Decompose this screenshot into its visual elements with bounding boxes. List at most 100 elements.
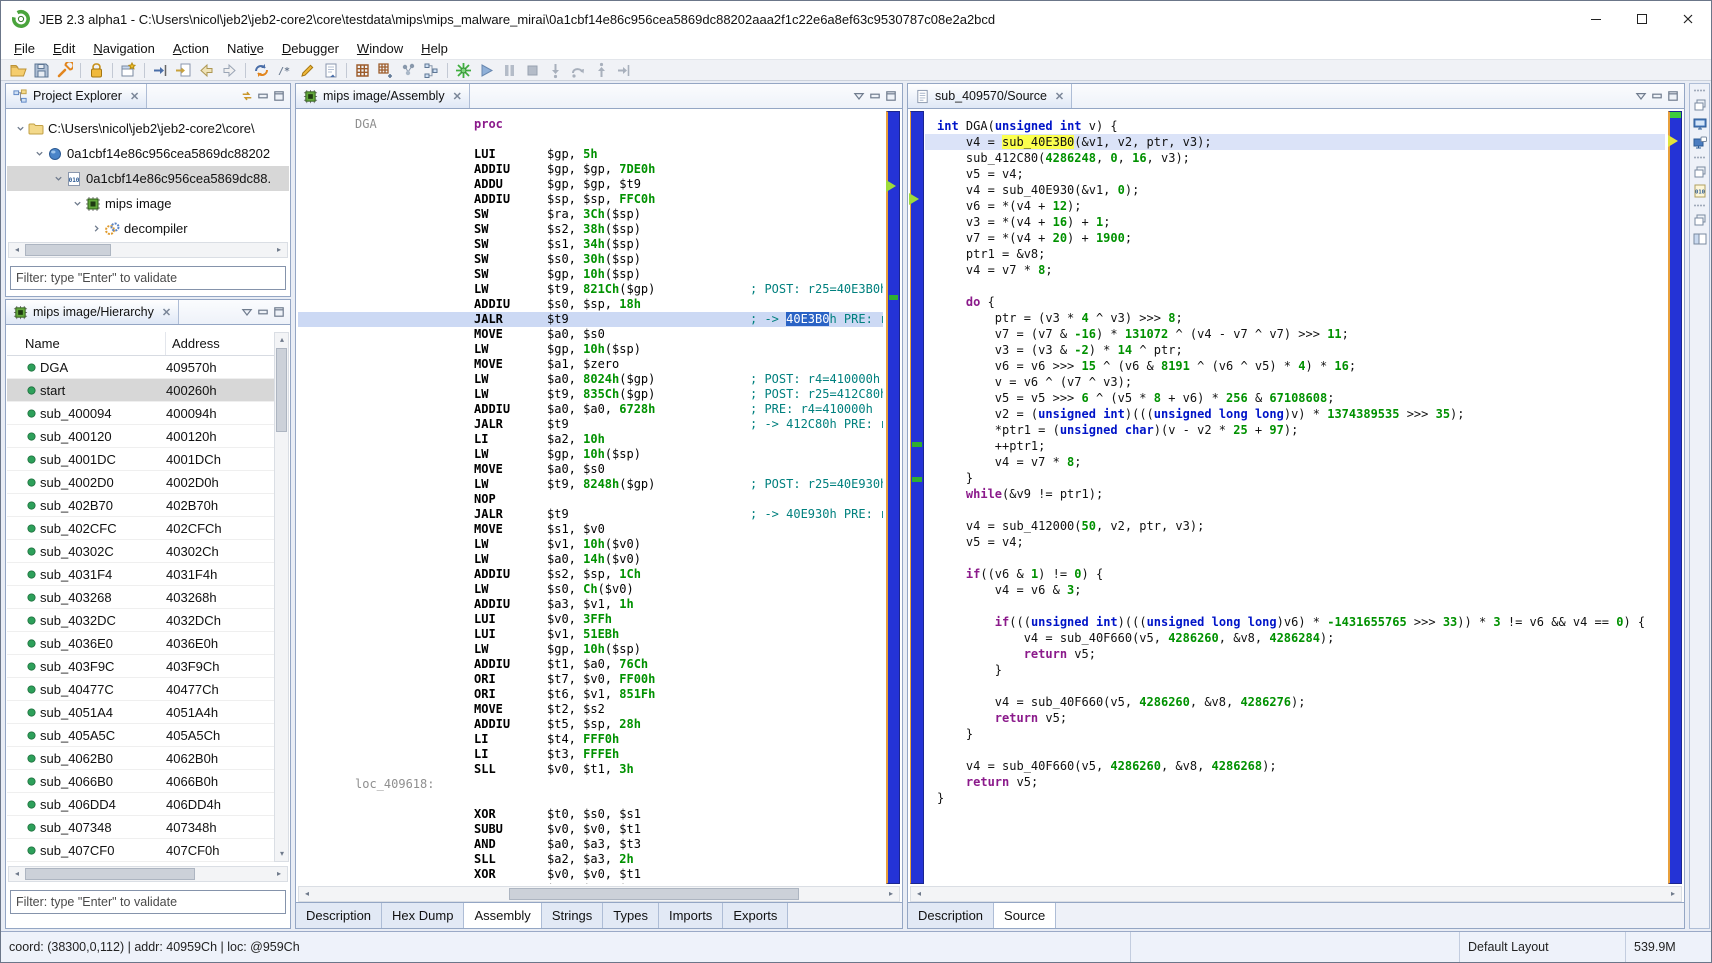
asm-line[interactable]: MOVE$a0, $s0 bbox=[298, 462, 883, 477]
tree-icon[interactable] bbox=[420, 60, 443, 80]
asm-line[interactable]: ORI$t6, $v1, 851Fh bbox=[298, 687, 883, 702]
minimize-panel-icon[interactable] bbox=[257, 90, 269, 102]
asm-line[interactable]: XOR$t0, $s0, $s1 bbox=[298, 807, 883, 822]
asm-line[interactable]: loc_409618: bbox=[298, 777, 883, 792]
tree-item[interactable]: decompiler bbox=[7, 216, 289, 241]
source-line[interactable]: v7 = (v7 & -16) * 131072 ^ (v4 - v7 ^ v7… bbox=[925, 326, 1665, 342]
sync-icon[interactable] bbox=[241, 90, 253, 102]
source-line[interactable] bbox=[925, 598, 1665, 614]
close-icon[interactable]: ✕ bbox=[130, 90, 139, 103]
graph-icon[interactable] bbox=[397, 60, 420, 80]
step-over-icon[interactable] bbox=[567, 60, 590, 80]
source-line[interactable]: } bbox=[925, 470, 1665, 486]
source-line[interactable]: } bbox=[925, 726, 1665, 742]
back-icon[interactable] bbox=[195, 60, 218, 80]
maximize-button[interactable] bbox=[1619, 1, 1665, 37]
source-line[interactable]: if(((unsigned int)(((unsigned long long)… bbox=[925, 614, 1665, 630]
asm-line[interactable]: ADDIU$a0, $a0, 6728h; PRE: r4=410000h bbox=[298, 402, 883, 417]
source-line[interactable] bbox=[925, 550, 1665, 566]
menu-window[interactable]: Window bbox=[348, 39, 412, 58]
binary-doc-icon[interactable]: 010 bbox=[1693, 184, 1707, 198]
asm-line[interactable]: ADDIU$a3, $v1, 1h bbox=[298, 597, 883, 612]
asm-line[interactable]: MOVE$s1, $v0 bbox=[298, 522, 883, 537]
tab-strings[interactable]: Strings bbox=[542, 903, 603, 928]
asm-line[interactable]: ADDIU$t1, $a0, 76Ch bbox=[298, 657, 883, 672]
chevron-down-icon[interactable] bbox=[70, 199, 85, 208]
asm-line[interactable] bbox=[298, 792, 883, 807]
hierarchy-table-header[interactable]: NameAddressSize bbox=[7, 332, 289, 356]
asm-line[interactable]: LUI$v1, 51EBh bbox=[298, 627, 883, 642]
source-line[interactable]: *ptr1 = (unsigned char)(v - v2 * 25 + 97… bbox=[925, 422, 1665, 438]
source-line[interactable]: ++ptr1; bbox=[925, 438, 1665, 454]
column-header-address[interactable]: Address bbox=[166, 332, 280, 355]
table-row[interactable]: sub_407348407348h8 bbox=[7, 816, 289, 839]
asm-line[interactable]: MOVE$a1, $zero bbox=[298, 357, 883, 372]
menu-edit[interactable]: Edit bbox=[44, 39, 84, 58]
chevron-down-icon[interactable] bbox=[51, 174, 66, 183]
console-chat-icon[interactable] bbox=[1693, 136, 1707, 150]
table-row[interactable]: sub_403F9C403F9Ch7 bbox=[7, 655, 289, 678]
source-line[interactable]: v = v6 ^ (v7 ^ v3); bbox=[925, 374, 1665, 390]
asm-line[interactable]: SW$s1, 34h($sp) bbox=[298, 237, 883, 252]
step-out-icon[interactable] bbox=[590, 60, 613, 80]
asm-line[interactable]: ADDIU$s2, $sp, 1Ch bbox=[298, 567, 883, 582]
tab-assembly[interactable]: Assembly bbox=[464, 903, 541, 928]
table-row[interactable]: start400260h6 bbox=[7, 379, 289, 402]
tab-hierarchy[interactable]: mips image/Hierarchy ✕ bbox=[6, 300, 179, 324]
rename-icon[interactable] bbox=[296, 60, 319, 80]
asm-line[interactable]: JALR$t9; -> 412C80h PRE: r25= bbox=[298, 417, 883, 432]
table-row[interactable]: sub_400094400094h8 bbox=[7, 402, 289, 425]
lock-icon[interactable] bbox=[85, 60, 108, 80]
asm-line[interactable]: LW$v1, 10h($v0) bbox=[298, 537, 883, 552]
source-line[interactable] bbox=[925, 502, 1665, 518]
menu-action[interactable]: Action bbox=[164, 39, 218, 58]
asm-line[interactable]: LUI$v0, 3FFh bbox=[298, 612, 883, 627]
source-line[interactable] bbox=[925, 678, 1665, 694]
source-line[interactable]: return v5; bbox=[925, 774, 1665, 790]
tab-project-explorer[interactable]: Project Explorer ✕ bbox=[6, 84, 147, 108]
asm-line[interactable]: SW$s0, 30h($sp) bbox=[298, 252, 883, 267]
table-row[interactable]: sub_402CFC402CFCh3 bbox=[7, 517, 289, 540]
minimize-button[interactable] bbox=[1573, 1, 1619, 37]
asm-line[interactable]: DGAproc bbox=[298, 117, 883, 132]
view-menu-icon[interactable] bbox=[853, 90, 865, 102]
tree-item[interactable]: 0a1cbf14e86c956cea5869dc88202 bbox=[7, 141, 289, 166]
split-icon[interactable] bbox=[1693, 232, 1707, 246]
table-row[interactable]: sub_4066B04066B0h7 bbox=[7, 770, 289, 793]
source-line[interactable]: v4 = sub_40F660(v5, 4286260, &v8, 428627… bbox=[925, 694, 1665, 710]
table-row[interactable]: sub_4002D04002D0h2 bbox=[7, 471, 289, 494]
view-menu-icon[interactable] bbox=[241, 306, 253, 318]
source-line[interactable]: v4 = sub_40F660(v5, 4286260, &v8, 428626… bbox=[925, 758, 1665, 774]
asm-line[interactable]: LI$a2, 10h bbox=[298, 432, 883, 447]
source-line[interactable]: while(&v9 != ptr1); bbox=[925, 486, 1665, 502]
asm-line[interactable]: LW$a0, 8024h($gp); POST: r4=410000h bbox=[298, 372, 883, 387]
hierarchy-hscrollbar[interactable]: ◂ ▸ bbox=[8, 866, 288, 882]
source-line[interactable] bbox=[925, 278, 1665, 294]
source-line[interactable]: v5 = v4; bbox=[925, 534, 1665, 550]
asm-line[interactable]: JALR$t9; -> 40E3B0h PRE: r25= bbox=[298, 312, 883, 327]
source-line[interactable]: v2 = (unsigned int)(((unsigned long long… bbox=[925, 406, 1665, 422]
menu-navigation[interactable]: Navigation bbox=[84, 39, 163, 58]
comment-icon[interactable]: /* bbox=[273, 60, 296, 80]
asm-line[interactable]: SW$ra, 3Ch($sp) bbox=[298, 207, 883, 222]
tree-item[interactable]: C:\Users\nicol\jeb2\jeb2-core2\core\ bbox=[7, 116, 289, 141]
source-line[interactable]: v4 = v6 & 3; bbox=[925, 582, 1665, 598]
source-line[interactable]: } bbox=[925, 662, 1665, 678]
close-button[interactable] bbox=[1665, 1, 1711, 37]
asm-line[interactable] bbox=[298, 132, 883, 147]
table-row[interactable]: sub_4032DC4032DCh4 bbox=[7, 609, 289, 632]
source-line[interactable]: return v5; bbox=[925, 710, 1665, 726]
source-hscrollbar[interactable]: ◂ ▸ bbox=[910, 886, 1682, 902]
asm-line[interactable]: SW$s2, 38h($sp) bbox=[298, 222, 883, 237]
tree-item[interactable]: 0100a1cbf14e86c956cea5869dc88. bbox=[7, 166, 289, 191]
source-line[interactable]: v7 = *(v4 + 20) + 1900; bbox=[925, 230, 1665, 246]
source-line[interactable]: v6 = v6 >>> 15 ^ (v6 & 8191 ^ (v6 ^ v5) … bbox=[925, 358, 1665, 374]
asm-line[interactable]: SW$gp, 10h($sp) bbox=[298, 267, 883, 282]
hierarchy-vscrollbar[interactable]: ▴ ▾ bbox=[274, 332, 289, 862]
source-line[interactable]: return v5; bbox=[925, 646, 1665, 662]
asm-line[interactable]: AND$a0, $a3, $t3 bbox=[298, 837, 883, 852]
asm-line[interactable]: ORI$t7, $v0, FF00h bbox=[298, 672, 883, 687]
table-row[interactable]: sub_4031F44031F4h7 bbox=[7, 563, 289, 586]
maximize-panel-icon[interactable] bbox=[273, 306, 285, 318]
asm-line[interactable]: NOP bbox=[298, 492, 883, 507]
